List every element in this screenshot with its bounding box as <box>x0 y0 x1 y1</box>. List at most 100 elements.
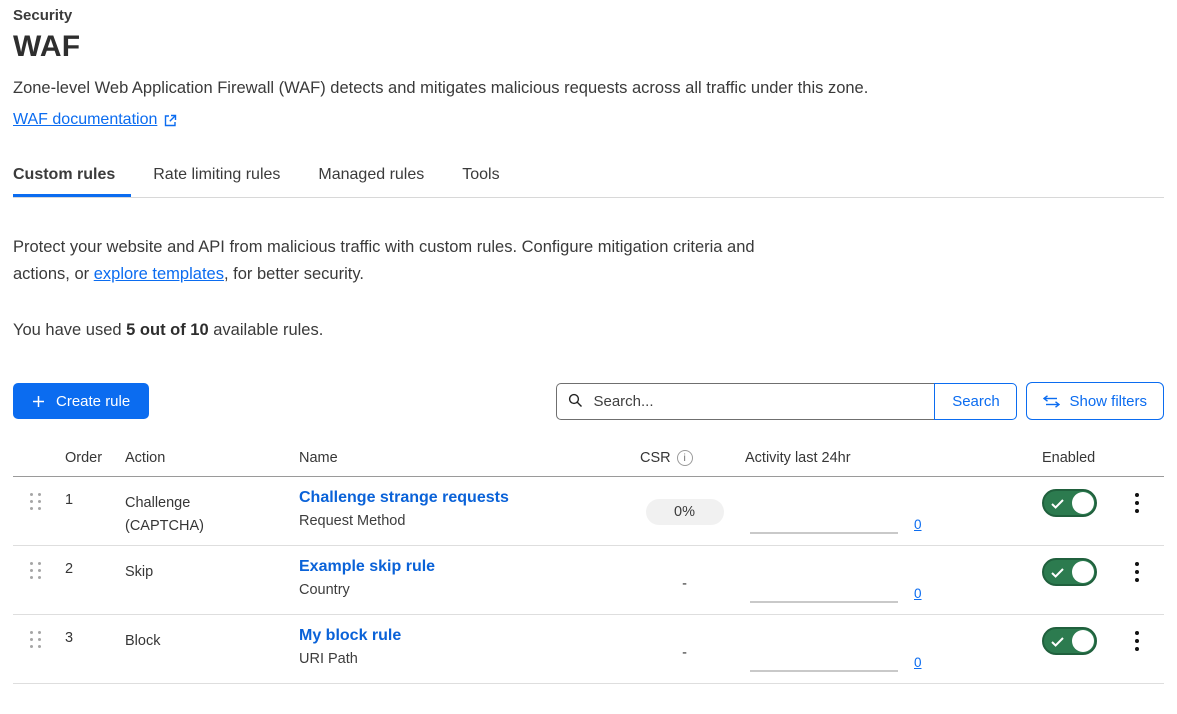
kebab-cell <box>1110 477 1164 545</box>
kebab-menu-icon[interactable] <box>1129 560 1145 614</box>
table-row: 1 Challenge (CAPTCHA) Challenge strange … <box>13 477 1164 546</box>
enabled-toggle[interactable] <box>1042 627 1097 655</box>
csr-value-badge: 0% <box>646 499 724 525</box>
drag-handle[interactable] <box>30 562 41 579</box>
header-drag-spacer <box>13 450 57 466</box>
rule-name-link[interactable]: Challenge strange requests <box>299 489 509 507</box>
drag-handle[interactable] <box>30 493 41 510</box>
waf-documentation-link-label: WAF documentation <box>13 111 157 129</box>
kebab-menu-icon[interactable] <box>1129 491 1145 545</box>
header-action: Action <box>117 450 291 466</box>
activity-sparkline <box>750 670 898 672</box>
show-filters-label: Show filters <box>1069 393 1147 410</box>
create-rule-label: Create rule <box>56 393 130 410</box>
table-row: 3 Block My block rule URI Path - 0 <box>13 615 1164 684</box>
enabled-cell <box>1032 477 1110 545</box>
activity-cell: 0 <box>737 546 1032 603</box>
check-icon <box>1051 637 1064 647</box>
header-menu-spacer <box>1110 450 1164 466</box>
search-icon <box>568 393 583 408</box>
rule-name-link[interactable]: My block rule <box>299 627 401 645</box>
waf-documentation-link[interactable]: WAF documentation <box>13 111 177 129</box>
rule-action: Block <box>117 630 291 683</box>
enabled-cell <box>1032 546 1110 614</box>
tab-custom-rules[interactable]: Custom rules <box>13 156 131 197</box>
external-link-icon <box>164 114 177 127</box>
check-icon <box>1051 568 1064 578</box>
search-group: Search <box>556 383 1017 420</box>
drag-cell <box>13 615 57 683</box>
explore-templates-link[interactable]: explore templates <box>94 265 224 283</box>
rule-action: Skip <box>117 561 291 614</box>
table-header-row: Order Action Name CSR Activity last 24hr… <box>13 444 1164 477</box>
toggle-knob <box>1072 492 1094 514</box>
kebab-cell <box>1110 615 1164 683</box>
header-order: Order <box>57 450 117 466</box>
kebab-menu-icon[interactable] <box>1129 629 1145 683</box>
enabled-toggle[interactable] <box>1042 558 1097 586</box>
tab-managed-rules[interactable]: Managed rules <box>318 156 440 197</box>
activity-sparkline <box>750 532 898 534</box>
enabled-cell <box>1032 615 1110 683</box>
csr-cell: - <box>632 615 737 683</box>
csr-cell: 0% <box>632 477 737 545</box>
intro-after: , for better security. <box>224 265 364 283</box>
header-enabled: Enabled <box>1032 450 1110 466</box>
activity-count-link[interactable]: 0 <box>914 517 922 532</box>
check-icon <box>1051 499 1064 509</box>
header-name: Name <box>291 450 632 466</box>
info-icon[interactable] <box>677 450 693 466</box>
waf-page: Security WAF Zone-level Web Application … <box>0 7 1177 684</box>
table-row: 2 Skip Example skip rule Country - 0 <box>13 546 1164 615</box>
rule-name-link[interactable]: Example skip rule <box>299 558 435 576</box>
activity-cell: 0 <box>737 477 1032 534</box>
drag-cell <box>13 546 57 614</box>
usage-count: 5 out of 10 <box>126 321 209 339</box>
breadcrumb: Security <box>13 7 1164 24</box>
usage-before: You have used <box>13 321 126 339</box>
header-csr-label: CSR <box>640 450 671 466</box>
kebab-cell <box>1110 546 1164 614</box>
header-activity: Activity last 24hr <box>737 450 1032 466</box>
rule-name-cell: Challenge strange requests Request Metho… <box>291 489 632 545</box>
create-rule-button[interactable]: Create rule <box>13 383 149 419</box>
rule-order: 2 <box>57 561 117 614</box>
search-button[interactable]: Search <box>934 383 1017 420</box>
activity-cell: 0 <box>737 615 1032 672</box>
activity-count-link[interactable]: 0 <box>914 586 922 601</box>
plus-icon <box>32 395 45 408</box>
header-csr: CSR <box>632 450 737 466</box>
rule-field: Country <box>299 582 632 598</box>
intro-text: Protect your website and API from malici… <box>13 234 758 288</box>
toggle-knob <box>1072 561 1094 583</box>
tab-rate-limiting-rules[interactable]: Rate limiting rules <box>153 156 296 197</box>
tab-tools[interactable]: Tools <box>462 156 515 197</box>
activity-sparkline <box>750 601 898 603</box>
usage-after: available rules. <box>209 321 324 339</box>
show-filters-button[interactable]: Show filters <box>1026 382 1164 420</box>
tab-bar: Custom rules Rate limiting rules Managed… <box>13 156 1164 198</box>
rule-order: 3 <box>57 630 117 683</box>
rule-field: Request Method <box>299 513 632 529</box>
rules-table: Order Action Name CSR Activity last 24hr… <box>13 444 1164 684</box>
rule-name-cell: My block rule URI Path <box>291 627 632 683</box>
rule-action: Challenge (CAPTCHA) <box>117 492 291 545</box>
page-title: WAF <box>13 30 1164 64</box>
enabled-toggle[interactable] <box>1042 489 1097 517</box>
drag-handle[interactable] <box>30 631 41 648</box>
drag-cell <box>13 477 57 545</box>
toggle-knob <box>1072 630 1094 652</box>
rule-order: 1 <box>57 492 117 545</box>
rule-name-cell: Example skip rule Country <box>291 558 632 614</box>
csr-cell: - <box>632 546 737 614</box>
activity-count-link[interactable]: 0 <box>914 655 922 670</box>
page-description: Zone-level Web Application Firewall (WAF… <box>13 79 1164 98</box>
search-input[interactable] <box>556 383 934 420</box>
swap-arrows-icon <box>1043 395 1060 408</box>
toolbar-right: Search Show filters <box>556 382 1164 420</box>
toolbar: Create rule Search Show filters <box>13 382 1164 420</box>
rule-field: URI Path <box>299 651 632 667</box>
csr-value: - <box>682 645 687 683</box>
usage-text: You have used 5 out of 10 available rule… <box>13 321 1164 340</box>
csr-value: - <box>682 576 687 614</box>
